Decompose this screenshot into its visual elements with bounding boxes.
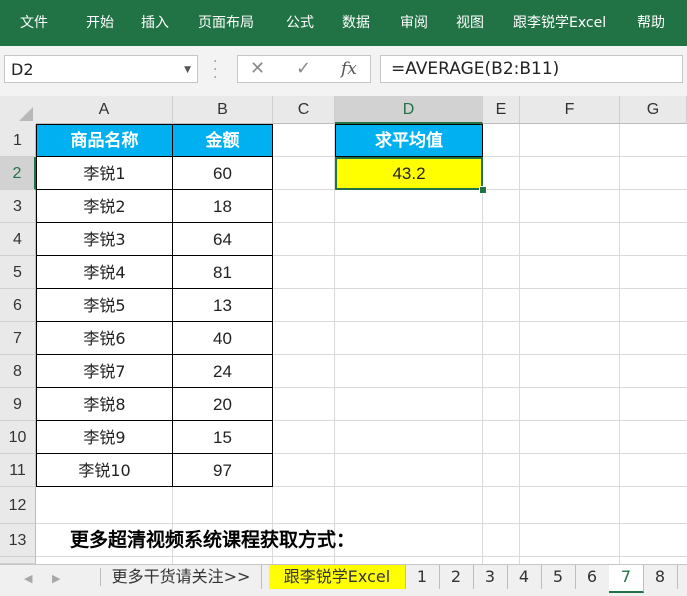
table-cell-name[interactable]: 李锐7	[36, 355, 173, 388]
select-all-button[interactable]	[0, 96, 36, 124]
sheet-tab-2[interactable]: 2	[439, 565, 474, 589]
gridline	[519, 124, 520, 564]
row-header-11[interactable]: 11	[0, 454, 36, 487]
table-cell-amount[interactable]: 81	[173, 256, 273, 289]
enter-icon[interactable]: ✓	[296, 56, 311, 82]
row-header-12[interactable]: 12	[0, 487, 36, 524]
column-header-a[interactable]: A	[36, 96, 173, 124]
select-all-icon	[19, 107, 33, 121]
row-header-6[interactable]: 6	[0, 289, 36, 322]
sheet-tab-5[interactable]: 5	[541, 565, 576, 589]
table-header-name[interactable]: 商品名称	[36, 124, 173, 157]
table-cell-name[interactable]: 李锐10	[36, 454, 173, 487]
table-cell-name[interactable]: 李锐3	[36, 223, 173, 256]
column-header-e[interactable]: E	[483, 96, 520, 124]
table-cell-name[interactable]: 李锐6	[36, 322, 173, 355]
sheet-tab-8[interactable]: 8	[643, 565, 678, 589]
drag-handle-icon[interactable]: · · ·	[213, 55, 217, 85]
sheet-tab-6[interactable]: 6	[575, 565, 610, 589]
column-header-c[interactable]: C	[273, 96, 335, 124]
table-cell-name[interactable]: 李锐2	[36, 190, 173, 223]
table-cell-amount[interactable]: 13	[173, 289, 273, 322]
table-cell-name[interactable]: 李锐9	[36, 421, 173, 454]
table-cell-amount[interactable]: 24	[173, 355, 273, 388]
table-cell-name[interactable]: 李锐5	[36, 289, 173, 322]
row-header-2[interactable]: 2	[0, 157, 36, 190]
row-header-7[interactable]: 7	[0, 322, 36, 355]
column-header-d[interactable]: D	[335, 96, 483, 124]
row-header-9[interactable]: 9	[0, 388, 36, 421]
row-header-1[interactable]: 1	[0, 124, 36, 157]
sheet-tabs-bar: ◀ ▶ 更多干货请关注>> 跟李锐学Excel 1 2 3 4 5 6 7 8	[0, 564, 687, 596]
fill-handle[interactable]	[479, 186, 487, 194]
average-value-cell[interactable]: 43.2	[335, 157, 483, 190]
sheet-tab-3[interactable]: 3	[473, 565, 508, 589]
tab-help[interactable]: 帮助	[637, 0, 665, 46]
name-box[interactable]: D2 ▼	[4, 55, 198, 83]
row-header-14[interactable]	[0, 557, 36, 564]
chevron-down-icon[interactable]: ▼	[184, 56, 191, 84]
table-header-amount[interactable]: 金额	[173, 124, 273, 157]
formula-input[interactable]: =AVERAGE(B2:B11)	[380, 55, 683, 83]
tab-view[interactable]: 视图	[456, 0, 484, 46]
sheet-tab-7[interactable]: 7	[609, 565, 644, 593]
row-header-5[interactable]: 5	[0, 256, 36, 289]
tab-review[interactable]: 审阅	[400, 0, 428, 46]
table-cell-amount[interactable]: 64	[173, 223, 273, 256]
prev-sheet-icon[interactable]: ◀	[24, 572, 32, 585]
column-header-g[interactable]: G	[620, 96, 687, 124]
gridline	[334, 124, 335, 564]
table-cell-amount[interactable]: 15	[173, 421, 273, 454]
row-header-8[interactable]: 8	[0, 355, 36, 388]
column-header-f[interactable]: F	[520, 96, 620, 124]
average-label-cell[interactable]: 求平均值	[335, 124, 483, 157]
tab-data[interactable]: 数据	[342, 0, 370, 46]
row-header-4[interactable]: 4	[0, 223, 36, 256]
tab-file[interactable]: 文件	[20, 0, 48, 46]
formula-bar: D2 ▼ · · · ✕ ✓ fx =AVERAGE(B2:B11)	[0, 46, 687, 97]
tab-insert[interactable]: 插入	[141, 0, 169, 46]
formula-buttons: ✕ ✓ fx	[237, 55, 371, 83]
tab-formulas[interactable]: 公式	[286, 0, 314, 46]
sheet-tab-excel[interactable]: 跟李锐学Excel	[269, 565, 406, 589]
cancel-icon[interactable]: ✕	[250, 56, 265, 82]
row-header-10[interactable]: 10	[0, 421, 36, 454]
table-cell-amount[interactable]: 20	[173, 388, 273, 421]
row-header-3[interactable]: 3	[0, 190, 36, 223]
tab-page-layout[interactable]: 页面布局	[198, 0, 254, 46]
table-cell-name[interactable]: 李锐8	[36, 388, 173, 421]
footer-promo-text[interactable]: 更多超清视频系统课程获取方式：	[70, 524, 355, 557]
table-cell-amount[interactable]: 18	[173, 190, 273, 223]
sheet-tab-follow[interactable]: 更多干货请关注>>	[101, 565, 262, 589]
table-cell-name[interactable]: 李锐1	[36, 157, 173, 190]
tab-home[interactable]: 开始	[86, 0, 114, 46]
ribbon-menu: 文件 开始 插入 页面布局 公式 数据 审阅 视图 跟李锐学Excel 帮助	[0, 0, 687, 46]
row-header-13[interactable]: 13	[0, 524, 36, 557]
table-cell-name[interactable]: 李锐4	[36, 256, 173, 289]
table-cell-amount[interactable]: 60	[173, 157, 273, 190]
next-sheet-icon[interactable]: ▶	[52, 572, 60, 585]
insert-function-icon[interactable]: fx	[341, 56, 357, 82]
column-header-b[interactable]: B	[173, 96, 273, 124]
gridline	[619, 124, 620, 564]
tab-custom-excel[interactable]: 跟李锐学Excel	[513, 0, 606, 46]
table-cell-amount[interactable]: 40	[173, 322, 273, 355]
table-cell-amount[interactable]: 97	[173, 454, 273, 487]
sheet-tab-4[interactable]: 4	[507, 565, 542, 589]
sheet-tab-1[interactable]: 1	[405, 565, 440, 589]
name-box-value: D2	[11, 60, 34, 79]
